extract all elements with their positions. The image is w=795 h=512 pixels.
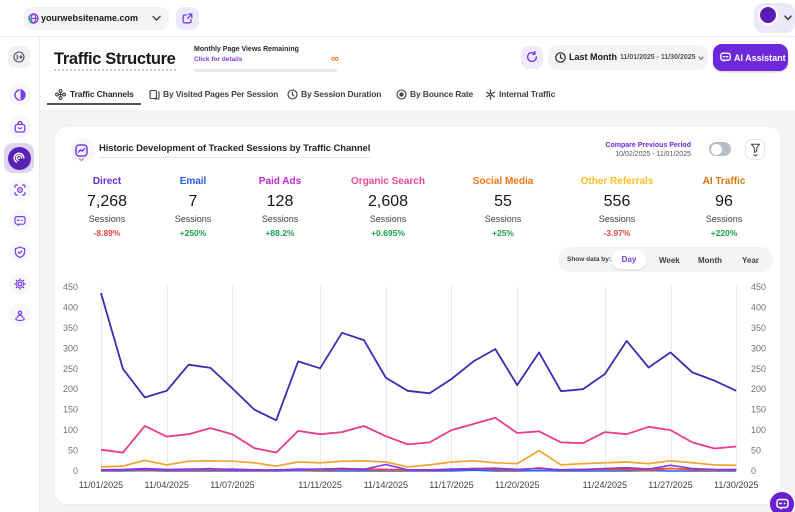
svg-text:11/17/2025: 11/17/2025 [429, 480, 473, 490]
svg-text:150: 150 [751, 405, 766, 415]
svg-text:11/07/2025: 11/07/2025 [210, 480, 254, 490]
svg-text:300: 300 [751, 343, 766, 353]
svg-text:100: 100 [63, 425, 78, 435]
svg-text:11/14/2025: 11/14/2025 [364, 480, 408, 490]
svg-text:11/01/2025: 11/01/2025 [79, 480, 123, 490]
svg-text:150: 150 [63, 405, 78, 415]
svg-text:350: 350 [63, 323, 78, 333]
svg-text:11/04/2025: 11/04/2025 [145, 480, 189, 490]
svg-text:11/27/2025: 11/27/2025 [648, 480, 692, 490]
svg-text:200: 200 [63, 384, 78, 394]
svg-text:400: 400 [63, 302, 78, 312]
svg-text:50: 50 [68, 446, 78, 456]
svg-text:0: 0 [751, 466, 756, 476]
svg-text:11/30/2025: 11/30/2025 [714, 480, 758, 490]
svg-text:11/11/2025: 11/11/2025 [298, 480, 342, 490]
svg-text:11/24/2025: 11/24/2025 [583, 480, 627, 490]
svg-text:400: 400 [751, 302, 766, 312]
svg-text:250: 250 [751, 364, 766, 374]
svg-text:350: 350 [751, 323, 766, 333]
svg-text:0: 0 [73, 466, 78, 476]
svg-text:450: 450 [751, 282, 766, 292]
svg-text:11/20/2025: 11/20/2025 [495, 480, 539, 490]
svg-text:50: 50 [751, 446, 761, 456]
svg-text:250: 250 [63, 364, 78, 374]
svg-text:450: 450 [63, 282, 78, 292]
svg-text:300: 300 [63, 343, 78, 353]
svg-text:100: 100 [751, 425, 766, 435]
svg-text:200: 200 [751, 384, 766, 394]
